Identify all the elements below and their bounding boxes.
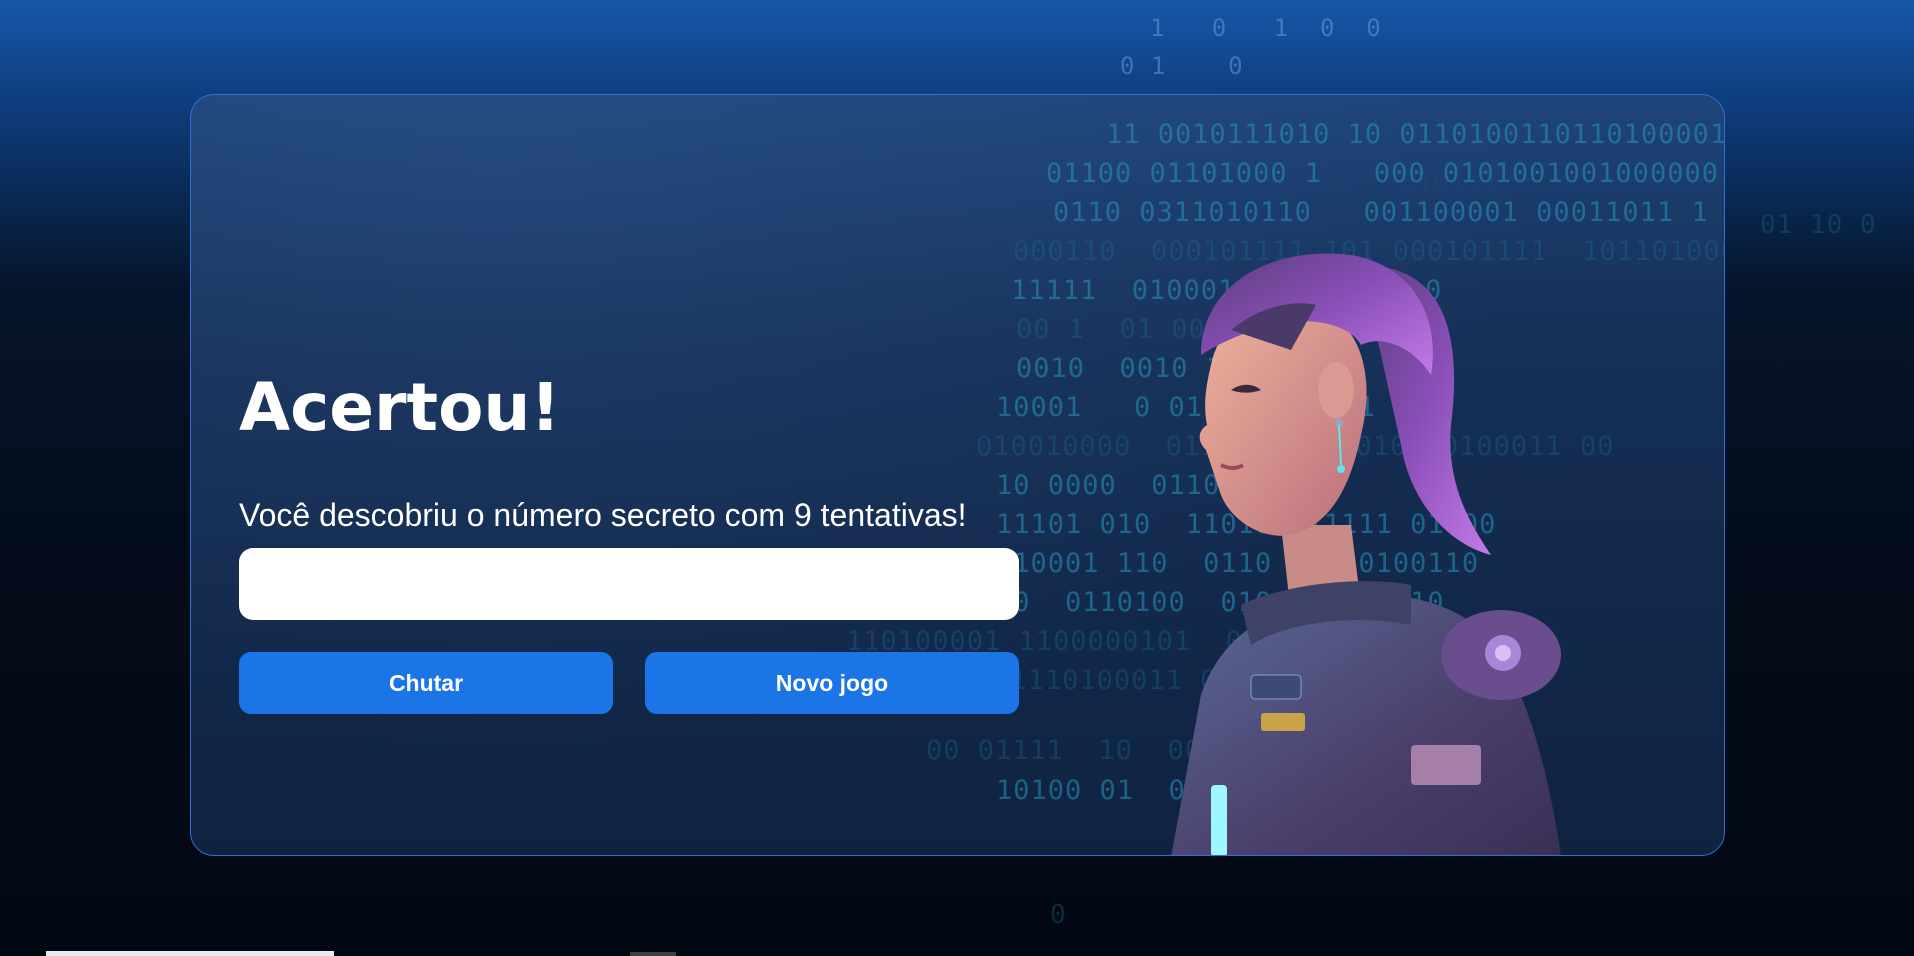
binary-row: 0 1 0 [1120,52,1244,80]
button-row: Chutar Novo jogo [239,652,1019,714]
result-title: Acertou! [239,369,561,446]
result-message: Você descobriu o número secreto com 9 te… [239,497,967,533]
taskbar-indicator [46,951,334,956]
taskbar-mark [630,952,676,956]
astronaut-girl-illustration [1171,253,1561,855]
game-panel: Acertou! Você descobriu o número secreto… [239,375,1019,714]
binary-row: 0 [1050,900,1067,930]
binary-row: 01100 01101000 1 000 0101001001000000 10 [1046,158,1724,189]
binary-row: 0110 0311010110 001100001 00011011 1 0 [1053,197,1724,228]
binary-row: 1 0 1 0 0 [1150,14,1382,42]
new-game-button[interactable]: Novo jogo [645,652,1019,714]
guess-input[interactable] [239,548,1019,620]
binary-row: 11 0010111010 10 0110100110110100001 [1106,119,1724,150]
guess-button[interactable]: Chutar [239,652,613,714]
game-card: 11 0010111010 10 0110100110110100001 011… [190,94,1725,856]
binary-row: 01 10 0 [1760,210,1877,240]
